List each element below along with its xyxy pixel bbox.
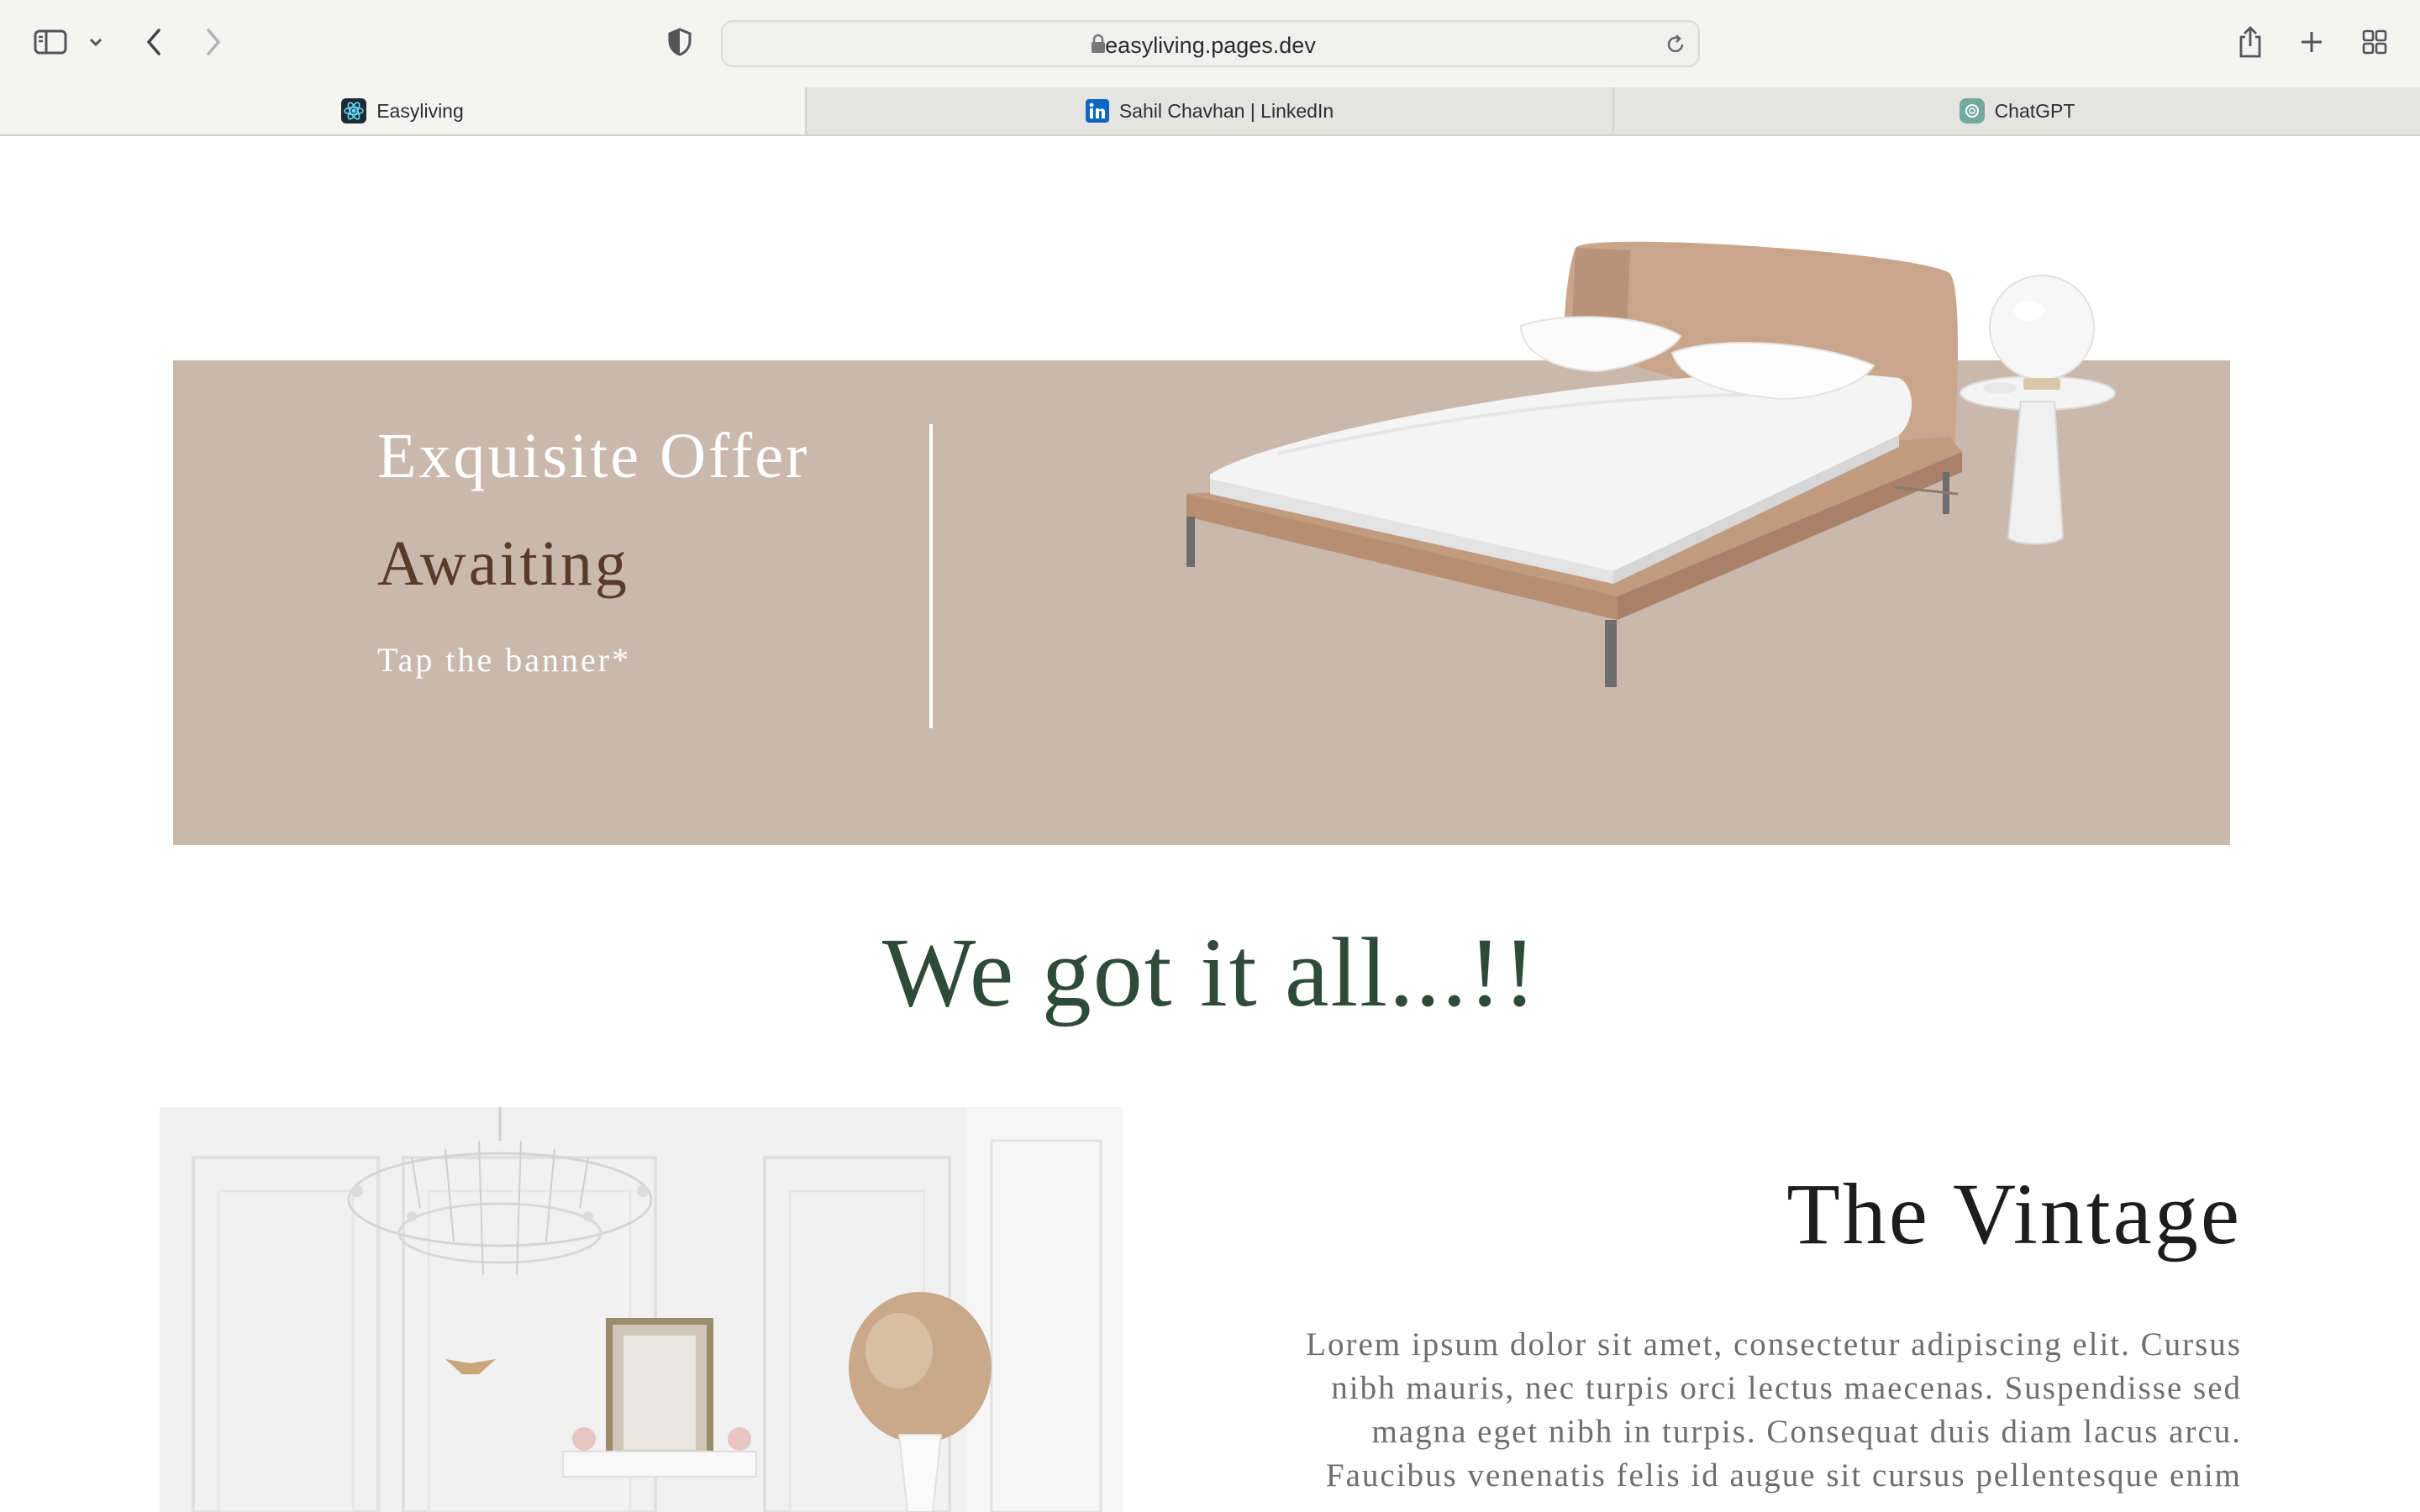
vintage-title: The Vintage — [1786, 1166, 2242, 1263]
chevron-down-icon[interactable] — [86, 32, 106, 52]
react-icon — [341, 98, 367, 123]
lock-icon — [1091, 34, 1106, 58]
back-arrow-icon[interactable] — [139, 25, 169, 59]
tab-label: Easyliving — [376, 99, 464, 122]
bed-image — [1176, 227, 2118, 701]
forward-arrow-icon[interactable] — [198, 25, 229, 59]
tab-label: ChatGPT — [1994, 99, 2075, 122]
share-icon[interactable] — [2235, 24, 2265, 60]
tab-bar: Easyliving Sahil Chavhan | LinkedIn Chat… — [0, 87, 2420, 136]
reload-icon[interactable] — [1661, 30, 1690, 59]
description-line: nibh mauris, nec turpis orci lectus maec… — [1331, 1370, 2242, 1406]
tab-label: Sahil Chavhan | LinkedIn — [1118, 99, 1334, 122]
linkedin-icon — [1085, 99, 1109, 123]
section-tagline: We got it all...!! — [881, 917, 1539, 1027]
browser-toolbar: easyliving.pages.dev — [0, 0, 2420, 87]
description-line: magna eget nibh in turpis. Consequat dui… — [1371, 1414, 2242, 1450]
tab-easyliving[interactable]: Easyliving — [0, 87, 805, 134]
tab-chatgpt[interactable]: ChatGPT — [1612, 87, 2420, 134]
tab-linkedin[interactable]: Sahil Chavhan | LinkedIn — [805, 87, 1612, 134]
banner-divider — [929, 424, 933, 728]
vintage-description: Lorem ipsum dolor sit amet, consectetur … — [1235, 1323, 2242, 1498]
vintage-room-image — [160, 1107, 1123, 1512]
banner-title-line2: Awaiting — [377, 528, 629, 599]
address-bar[interactable]: easyliving.pages.dev — [721, 20, 1700, 67]
new-tab-plus-icon[interactable] — [2296, 27, 2327, 57]
banner-title-line1: Exquisite Offer — [377, 421, 810, 491]
description-line: Lorem ipsum dolor sit amet, consectetur … — [1306, 1326, 2242, 1362]
tab-overview-icon[interactable] — [2360, 27, 2390, 57]
privacy-shield-icon[interactable] — [664, 26, 696, 58]
url-text[interactable]: easyliving.pages.dev — [723, 33, 1698, 59]
description-line: Faucibus venenatis felis id augue sit cu… — [1325, 1457, 2242, 1494]
sidebar-toggle-icon[interactable] — [32, 27, 69, 57]
chatgpt-icon — [1959, 98, 1985, 123]
banner-cta-text[interactable]: Tap the banner* — [377, 640, 631, 680]
